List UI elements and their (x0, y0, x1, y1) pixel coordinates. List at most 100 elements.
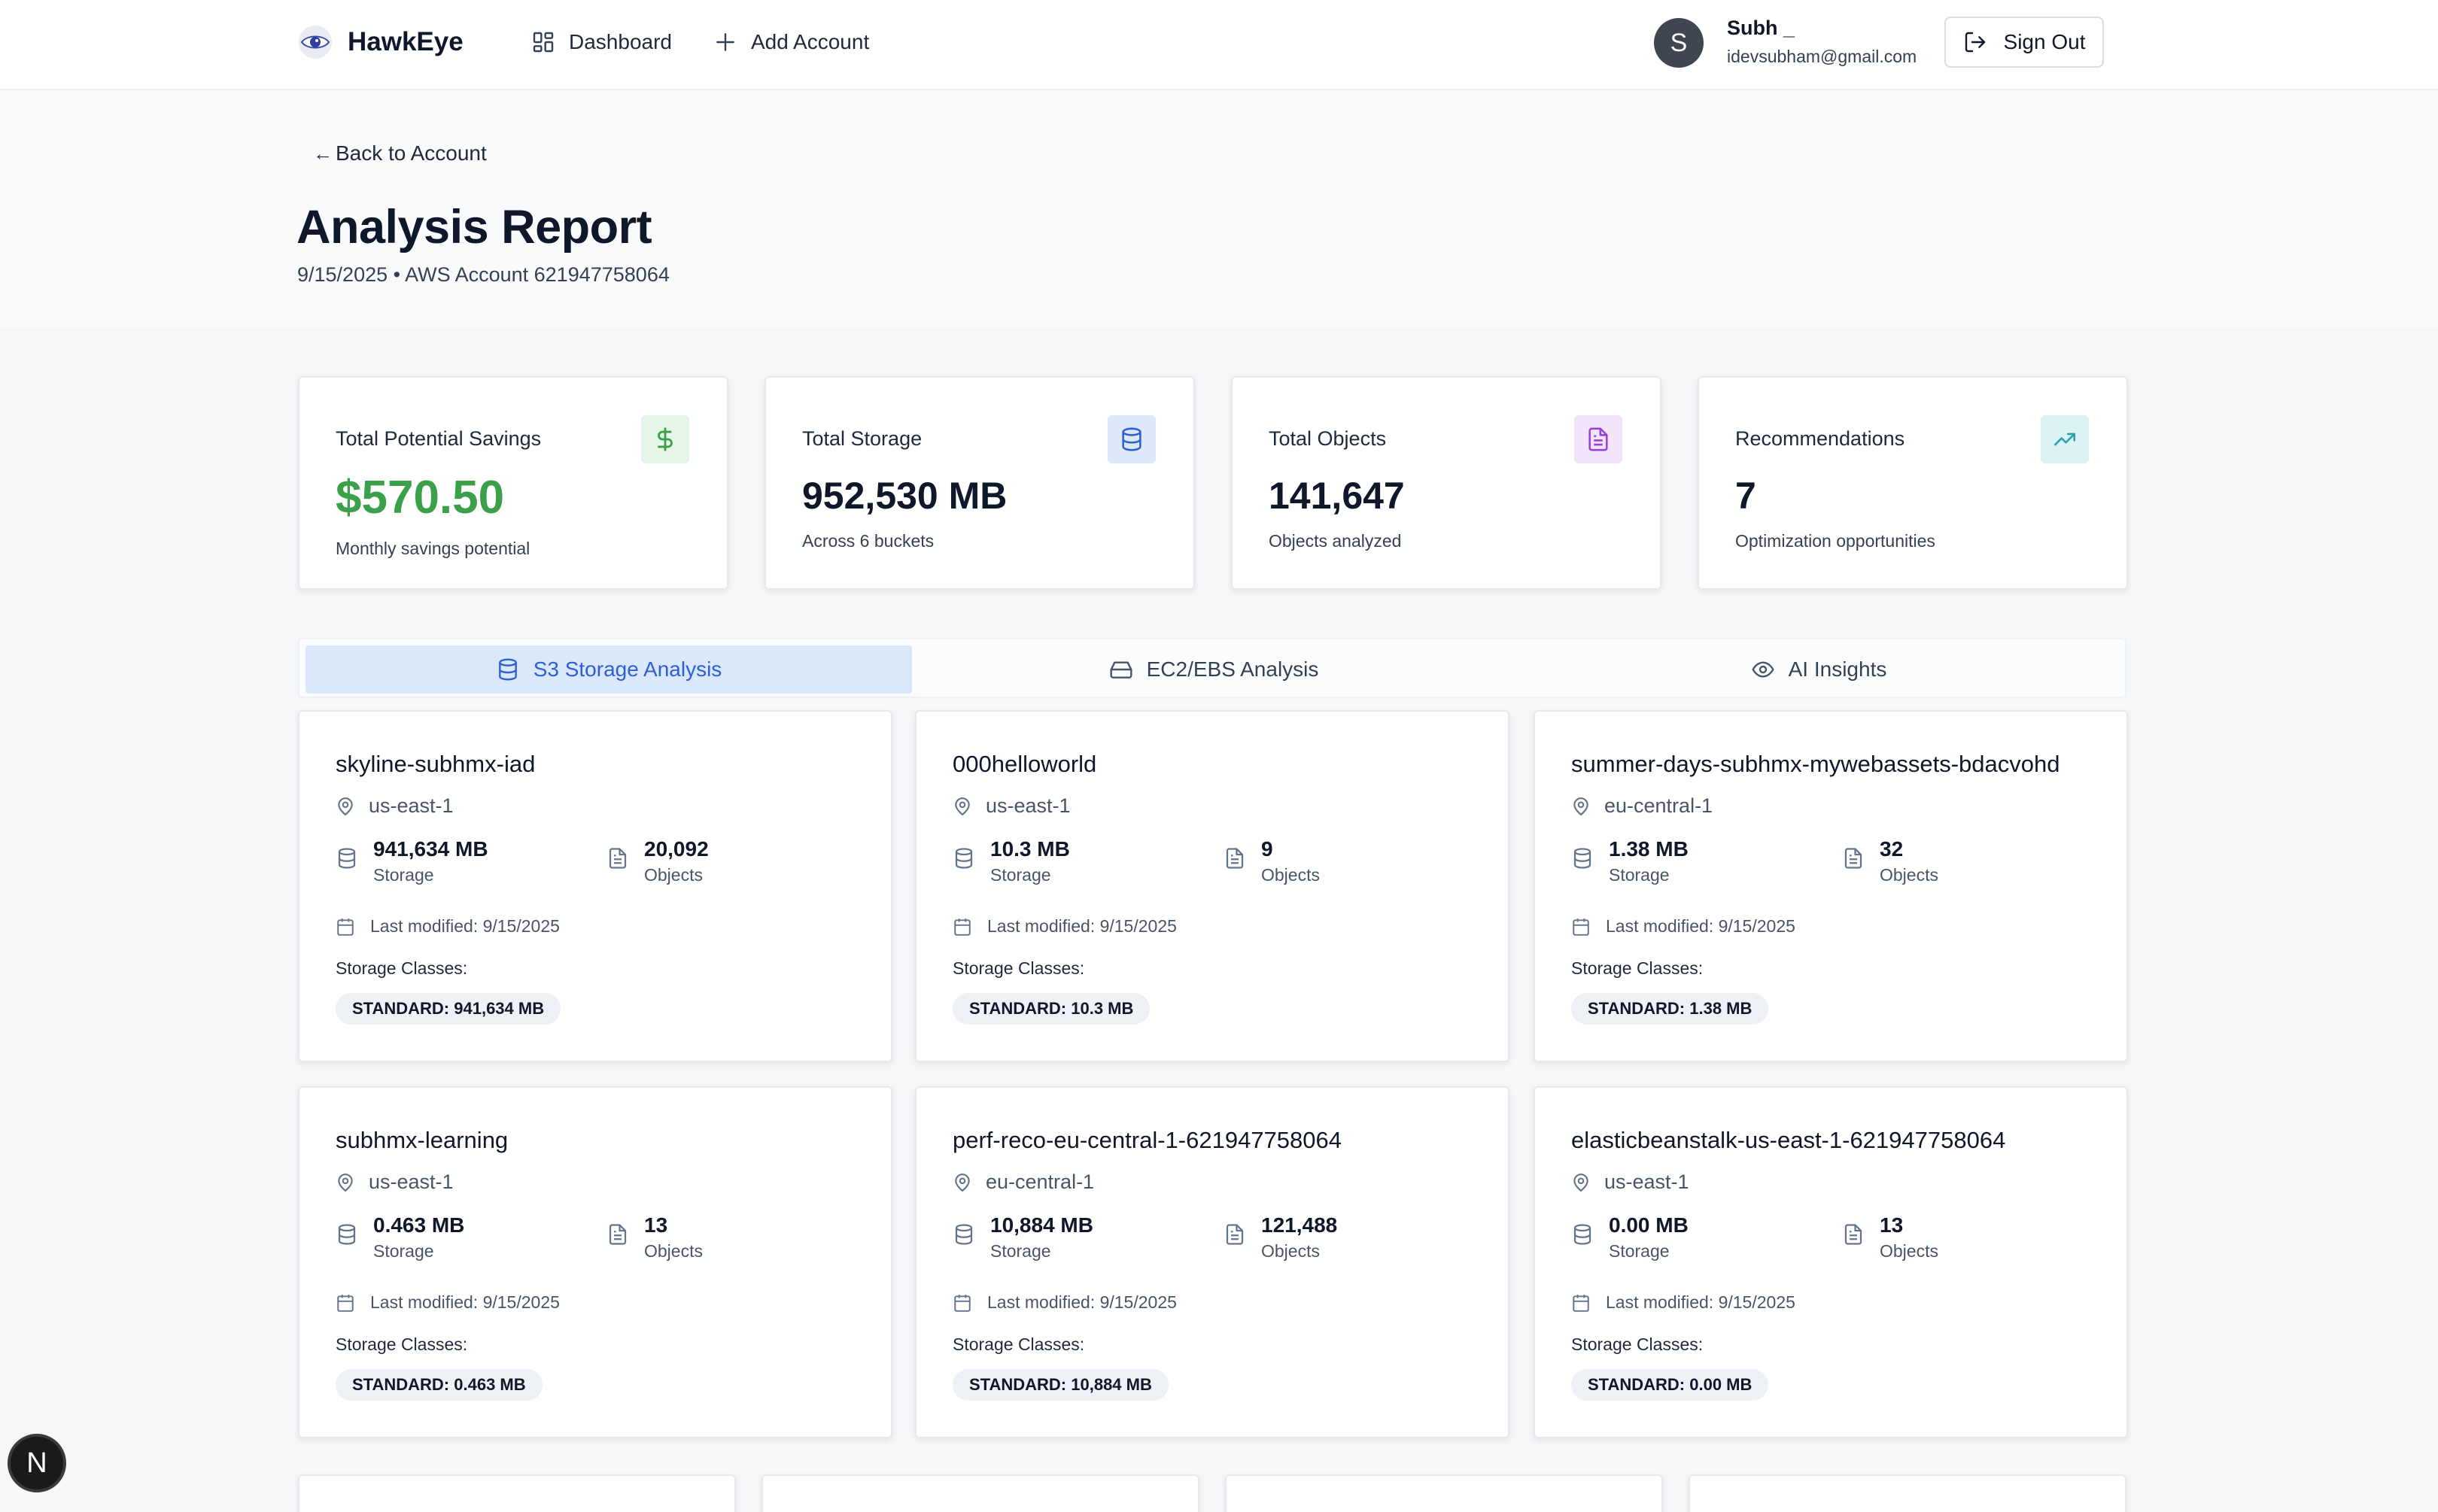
user-avatar[interactable]: S (1654, 18, 1704, 68)
bucket-name: subhmx-learning (336, 1127, 509, 1153)
storage-class-badge: STANDARD: 10.3 MB (953, 993, 1151, 1025)
calendar-icon (954, 1294, 971, 1312)
bucket-objects-label: Objects (644, 865, 703, 885)
bucket-region: eu-central-1 (1571, 794, 1713, 818)
storage-class-badge: STANDARD: 941,634 MB (336, 993, 561, 1025)
bucket-last-modified: Last modified: 9/15/2025 (1571, 916, 1795, 937)
storage-classes-label: Storage Classes: (336, 1334, 468, 1354)
bucket-storage-value: 0.00 MB (1609, 1213, 1689, 1237)
bucket-objects-value: 9 (1261, 837, 1273, 861)
bucket-card-partial[interactable] (1689, 1474, 2126, 1512)
stat-card-objects: Total Objects 141,647 Objects analyzed (1231, 376, 1661, 590)
stat-subtext: Monthly savings potential (336, 539, 530, 558)
bucket-storage-metric: 10.3 MB Storage (953, 836, 1070, 888)
bucket-region-label: us-east-1 (369, 794, 454, 817)
bucket-storage-value: 0.463 MB (373, 1213, 465, 1237)
stat-label: Total Storage (802, 427, 923, 450)
bucket-last-modified: Last modified: 9/15/2025 (336, 1292, 560, 1313)
bucket-last-modified: Last modified: 9/15/2025 (1571, 1292, 1795, 1313)
database-icon (338, 1224, 356, 1245)
bucket-storage-metric: 0.463 MB Storage (336, 1213, 464, 1264)
map-pin-icon (955, 1173, 970, 1192)
database-icon (1108, 415, 1156, 463)
stat-label: Total Objects (1269, 427, 1387, 450)
page-subtitle: 9/15/2025 • AWS Account 621947758064 (297, 263, 670, 286)
bucket-storage-value: 10.3 MB (990, 837, 1070, 861)
map-pin-icon (955, 797, 970, 815)
tab-ai-insights[interactable]: AI Insights (1515, 645, 2122, 694)
brand[interactable]: HawkEye (298, 23, 464, 62)
log-out-icon (1965, 32, 1985, 53)
storage-classes-label: Storage Classes: (953, 1334, 1085, 1354)
stat-label: Recommendations (1735, 427, 1905, 450)
bucket-storage-label: Storage (990, 865, 1051, 885)
bucket-last-modified-text: Last modified: 9/15/2025 (987, 916, 1177, 936)
bucket-card[interactable]: skyline-subhmx-iad us-east-1 941,634 MB … (298, 710, 892, 1062)
bucket-card[interactable]: subhmx-learning us-east-1 0.463 MB Stora… (298, 1086, 892, 1438)
user-name: Subh _ (1727, 17, 1795, 39)
tab-label: EC2/EBS Analysis (1146, 657, 1319, 681)
bucket-storage-value: 1.38 MB (1609, 837, 1689, 861)
top-navbar: HawkEye Dashboard Add Account S Subh _ i… (0, 0, 2438, 90)
trending-up-icon (2041, 415, 2089, 463)
bucket-last-modified: Last modified: 9/15/2025 (953, 916, 1177, 937)
bucket-storage-metric: 10,884 MB Storage (953, 1213, 1093, 1264)
database-icon (338, 848, 356, 869)
tab-s3-storage-analysis[interactable]: S3 Storage Analysis (306, 645, 912, 694)
bucket-objects-metric: 9 Objects (1224, 836, 1320, 888)
file-icon (1574, 415, 1622, 463)
page-title: Analysis Report (296, 201, 652, 254)
stat-value: 7 (1735, 475, 1756, 517)
eye-icon (1751, 661, 1774, 678)
bucket-card-partial[interactable] (1225, 1474, 1663, 1512)
bucket-region-label: eu-central-1 (1604, 794, 1713, 817)
file-icon (1226, 848, 1244, 869)
bucket-storage-label: Storage (990, 1241, 1051, 1261)
bucket-region: us-east-1 (953, 794, 1071, 818)
bucket-storage-label: Storage (1609, 1241, 1670, 1261)
bucket-card[interactable]: perf-reco-eu-central-1-621947758064 eu-c… (915, 1086, 1509, 1438)
file-icon (609, 1224, 627, 1245)
sign-out-button[interactable]: Sign Out (1944, 17, 2104, 68)
tab-label: AI Insights (1788, 657, 1887, 681)
bucket-storage-metric: 1.38 MB Storage (1571, 836, 1689, 888)
bucket-last-modified-text: Last modified: 9/15/2025 (1606, 916, 1795, 936)
nav-dashboard-link[interactable]: Dashboard (531, 23, 672, 62)
bucket-name: elasticbeanstalk-us-east-1-621947758064 (1571, 1127, 2006, 1153)
bucket-region-label: us-east-1 (986, 794, 1071, 817)
stat-subtext: Across 6 buckets (802, 531, 935, 551)
bucket-storage-label: Storage (373, 1241, 434, 1261)
file-icon (609, 848, 627, 869)
nav-dashboard-label: Dashboard (569, 30, 672, 53)
bucket-objects-value: 121,488 (1261, 1213, 1338, 1237)
map-pin-icon (1573, 797, 1588, 815)
bucket-region-label: eu-central-1 (986, 1170, 1095, 1193)
bucket-card[interactable]: 000helloworld us-east-1 10.3 MB Storage … (915, 710, 1509, 1062)
bucket-card-partial[interactable] (298, 1474, 736, 1512)
file-icon (1844, 1224, 1862, 1245)
bucket-objects-metric: 32 Objects (1842, 836, 1938, 888)
brand-name: HawkEye (348, 27, 464, 56)
back-to-account-label: Back to Account (336, 141, 487, 165)
bucket-card-partial[interactable] (761, 1474, 1199, 1512)
bucket-last-modified-text: Last modified: 9/15/2025 (370, 916, 560, 936)
bucket-objects-label: Objects (1261, 1241, 1320, 1261)
bucket-card[interactable]: summer-days-subhmx-mywebassets-bdacvohd … (1534, 710, 2128, 1062)
bucket-card[interactable]: elasticbeanstalk-us-east-1-621947758064 … (1534, 1086, 2128, 1438)
map-pin-icon (338, 797, 353, 815)
bucket-objects-label: Objects (1880, 865, 1938, 885)
hard-drive-icon (1110, 661, 1132, 679)
tab-ec2-ebs-analysis[interactable]: EC2/EBS Analysis (910, 645, 1517, 694)
back-to-account-link[interactable]: ← Back to Account (313, 141, 487, 165)
bucket-objects-label: Objects (1261, 865, 1320, 885)
bucket-name: summer-days-subhmx-mywebassets-bdacvohd (1571, 751, 2060, 777)
map-pin-icon (338, 1173, 353, 1192)
bucket-objects-value: 13 (1880, 1213, 1904, 1237)
nav-add-account-link[interactable]: Add Account (713, 23, 869, 62)
bucket-region: us-east-1 (336, 794, 454, 818)
stat-value: $570.50 (336, 472, 505, 524)
calendar-icon (954, 918, 971, 936)
bucket-last-modified: Last modified: 9/15/2025 (953, 1292, 1177, 1313)
bucket-storage-metric: 0.00 MB Storage (1571, 1213, 1689, 1264)
dev-tools-badge[interactable]: N (8, 1434, 66, 1492)
